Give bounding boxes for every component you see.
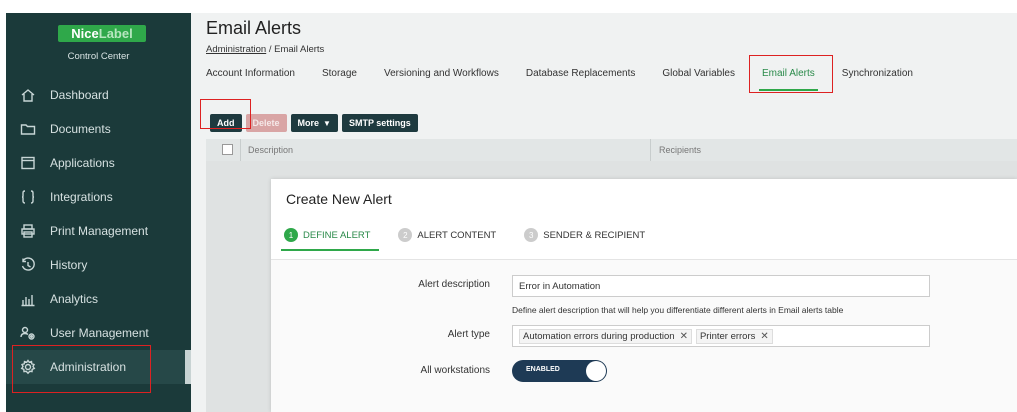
nicelabel-logo: NiceLabel bbox=[58, 25, 146, 42]
alert-type-chip: Automation errors during production ✕ bbox=[519, 328, 692, 344]
alert-description-value: Error in Automation bbox=[519, 280, 601, 292]
users-gear-icon bbox=[20, 325, 36, 341]
column-header-recipients[interactable]: Recipients bbox=[659, 145, 701, 155]
breadcrumb: Administration / Email Alerts bbox=[206, 44, 324, 55]
alert-type-multiselect[interactable]: Automation errors during production ✕ Pr… bbox=[512, 325, 930, 347]
step-number: 1 bbox=[284, 228, 298, 242]
sidebar-item-label: Applications bbox=[50, 156, 115, 170]
step-label: ALERT CONTENT bbox=[417, 229, 497, 241]
history-icon bbox=[20, 257, 36, 273]
chip-label: Automation errors during production bbox=[523, 330, 675, 342]
logo-subtitle: Control Center bbox=[67, 51, 130, 62]
sidebar-item-label: Documents bbox=[50, 122, 111, 136]
sidebar-item-dashboard[interactable]: Dashboard bbox=[6, 78, 191, 112]
sidebar-item-analytics[interactable]: Analytics bbox=[6, 282, 191, 316]
all-workstations-toggle[interactable]: ENABLED bbox=[512, 360, 607, 382]
alert-type-label: Alert type bbox=[447, 329, 490, 340]
sidebar-item-applications[interactable]: Applications bbox=[6, 146, 191, 180]
sidebar-item-print-management[interactable]: Print Management bbox=[6, 214, 191, 248]
breadcrumb-separator: / bbox=[266, 44, 275, 55]
step-sender-recipient[interactable]: 3 SENDER & RECIPIENT bbox=[521, 219, 648, 251]
alert-description-input[interactable]: Error in Automation bbox=[512, 275, 930, 297]
dialog-title: Create New Alert bbox=[286, 191, 392, 207]
alert-description-label: Alert description bbox=[418, 279, 490, 290]
add-button[interactable]: Add bbox=[210, 114, 242, 132]
home-icon bbox=[20, 87, 36, 103]
bar-chart-icon bbox=[20, 291, 36, 307]
sidebar-item-label: Integrations bbox=[50, 190, 113, 204]
sidebar-item-documents[interactable]: Documents bbox=[6, 112, 191, 146]
column-divider bbox=[240, 139, 241, 161]
column-header-description[interactable]: Description bbox=[248, 145, 293, 155]
caret-down-icon: ▼ bbox=[323, 118, 331, 128]
tab-storage[interactable]: Storage bbox=[322, 57, 357, 91]
sidebar-item-label: Dashboard bbox=[50, 88, 109, 102]
step-alert-content[interactable]: 2 ALERT CONTENT bbox=[395, 219, 499, 251]
grid-header: Description Recipients bbox=[206, 139, 1017, 161]
tab-account-information[interactable]: Account Information bbox=[206, 57, 295, 91]
alert-description-hint: Define alert description that will help … bbox=[512, 305, 844, 315]
toggle-knob bbox=[586, 361, 606, 381]
window-icon bbox=[20, 155, 36, 171]
chip-label: Printer errors bbox=[699, 330, 756, 342]
breadcrumb-current: Email Alerts bbox=[274, 44, 325, 55]
tab-versioning-and-workflows[interactable]: Versioning and Workflows bbox=[384, 57, 499, 91]
smtp-settings-button[interactable]: SMTP settings bbox=[341, 114, 418, 132]
create-alert-dialog: Create New Alert 1 DEFINE ALERT 2 ALERT … bbox=[271, 179, 1017, 412]
breadcrumb-link-administration[interactable]: Administration bbox=[206, 44, 266, 55]
dialog-body: Alert description Error in Automation De… bbox=[271, 259, 1017, 412]
alert-type-chip: Printer errors ✕ bbox=[695, 328, 773, 344]
step-label: DEFINE ALERT bbox=[303, 229, 371, 241]
more-button[interactable]: More ▼ bbox=[290, 114, 338, 132]
remove-chip-icon[interactable]: ✕ bbox=[680, 331, 688, 342]
all-workstations-label: All workstations bbox=[420, 365, 490, 376]
tab-global-variables[interactable]: Global Variables bbox=[662, 57, 735, 91]
step-number: 3 bbox=[524, 228, 539, 242]
sidebar-item-label: Administration bbox=[50, 360, 127, 374]
sidebar-item-user-management[interactable]: User Management bbox=[6, 316, 191, 350]
gear-icon bbox=[20, 359, 36, 375]
tab-synchronization[interactable]: Synchronization bbox=[842, 57, 913, 91]
logo-text-nice: Nice bbox=[71, 26, 99, 41]
sidebar-item-label: User Management bbox=[50, 326, 149, 340]
toggle-text: ENABLED bbox=[526, 366, 560, 373]
more-button-label: More bbox=[297, 118, 320, 128]
column-divider bbox=[650, 139, 651, 161]
logo-text-label: Label bbox=[98, 26, 133, 41]
folder-icon bbox=[20, 121, 36, 137]
select-all-checkbox[interactable] bbox=[222, 144, 233, 155]
toolbar: Add Delete More ▼ SMTP settings bbox=[210, 114, 418, 132]
remove-chip-icon[interactable]: ✕ bbox=[760, 331, 768, 342]
wizard-steps: 1 DEFINE ALERT 2 ALERT CONTENT 3 SENDER … bbox=[281, 219, 670, 251]
step-define-alert[interactable]: 1 DEFINE ALERT bbox=[281, 219, 380, 251]
sidebar-item-integrations[interactable]: Integrations bbox=[6, 180, 191, 214]
printer-icon bbox=[20, 223, 36, 239]
step-label: SENDER & RECIPIENT bbox=[543, 229, 646, 241]
sidebar-item-administration[interactable]: Administration bbox=[6, 350, 191, 384]
delete-button[interactable]: Delete bbox=[245, 114, 287, 132]
page-title: Email Alerts bbox=[206, 18, 302, 38]
sidebar-item-label: Print Management bbox=[50, 224, 149, 238]
braces-icon bbox=[20, 189, 36, 205]
tab-database-replacements[interactable]: Database Replacements bbox=[526, 57, 636, 91]
sidebar-item-label: Analytics bbox=[50, 292, 99, 306]
tab-bar: Account Information Storage Versioning a… bbox=[206, 57, 940, 91]
tab-email-alerts[interactable]: Email Alerts bbox=[759, 57, 818, 91]
sidebar-item-history[interactable]: History bbox=[6, 248, 191, 282]
step-number: 2 bbox=[398, 228, 413, 242]
sidebar-item-label: History bbox=[50, 258, 88, 272]
sidebar: NiceLabel Control Center Dashboard Docum… bbox=[6, 13, 191, 412]
